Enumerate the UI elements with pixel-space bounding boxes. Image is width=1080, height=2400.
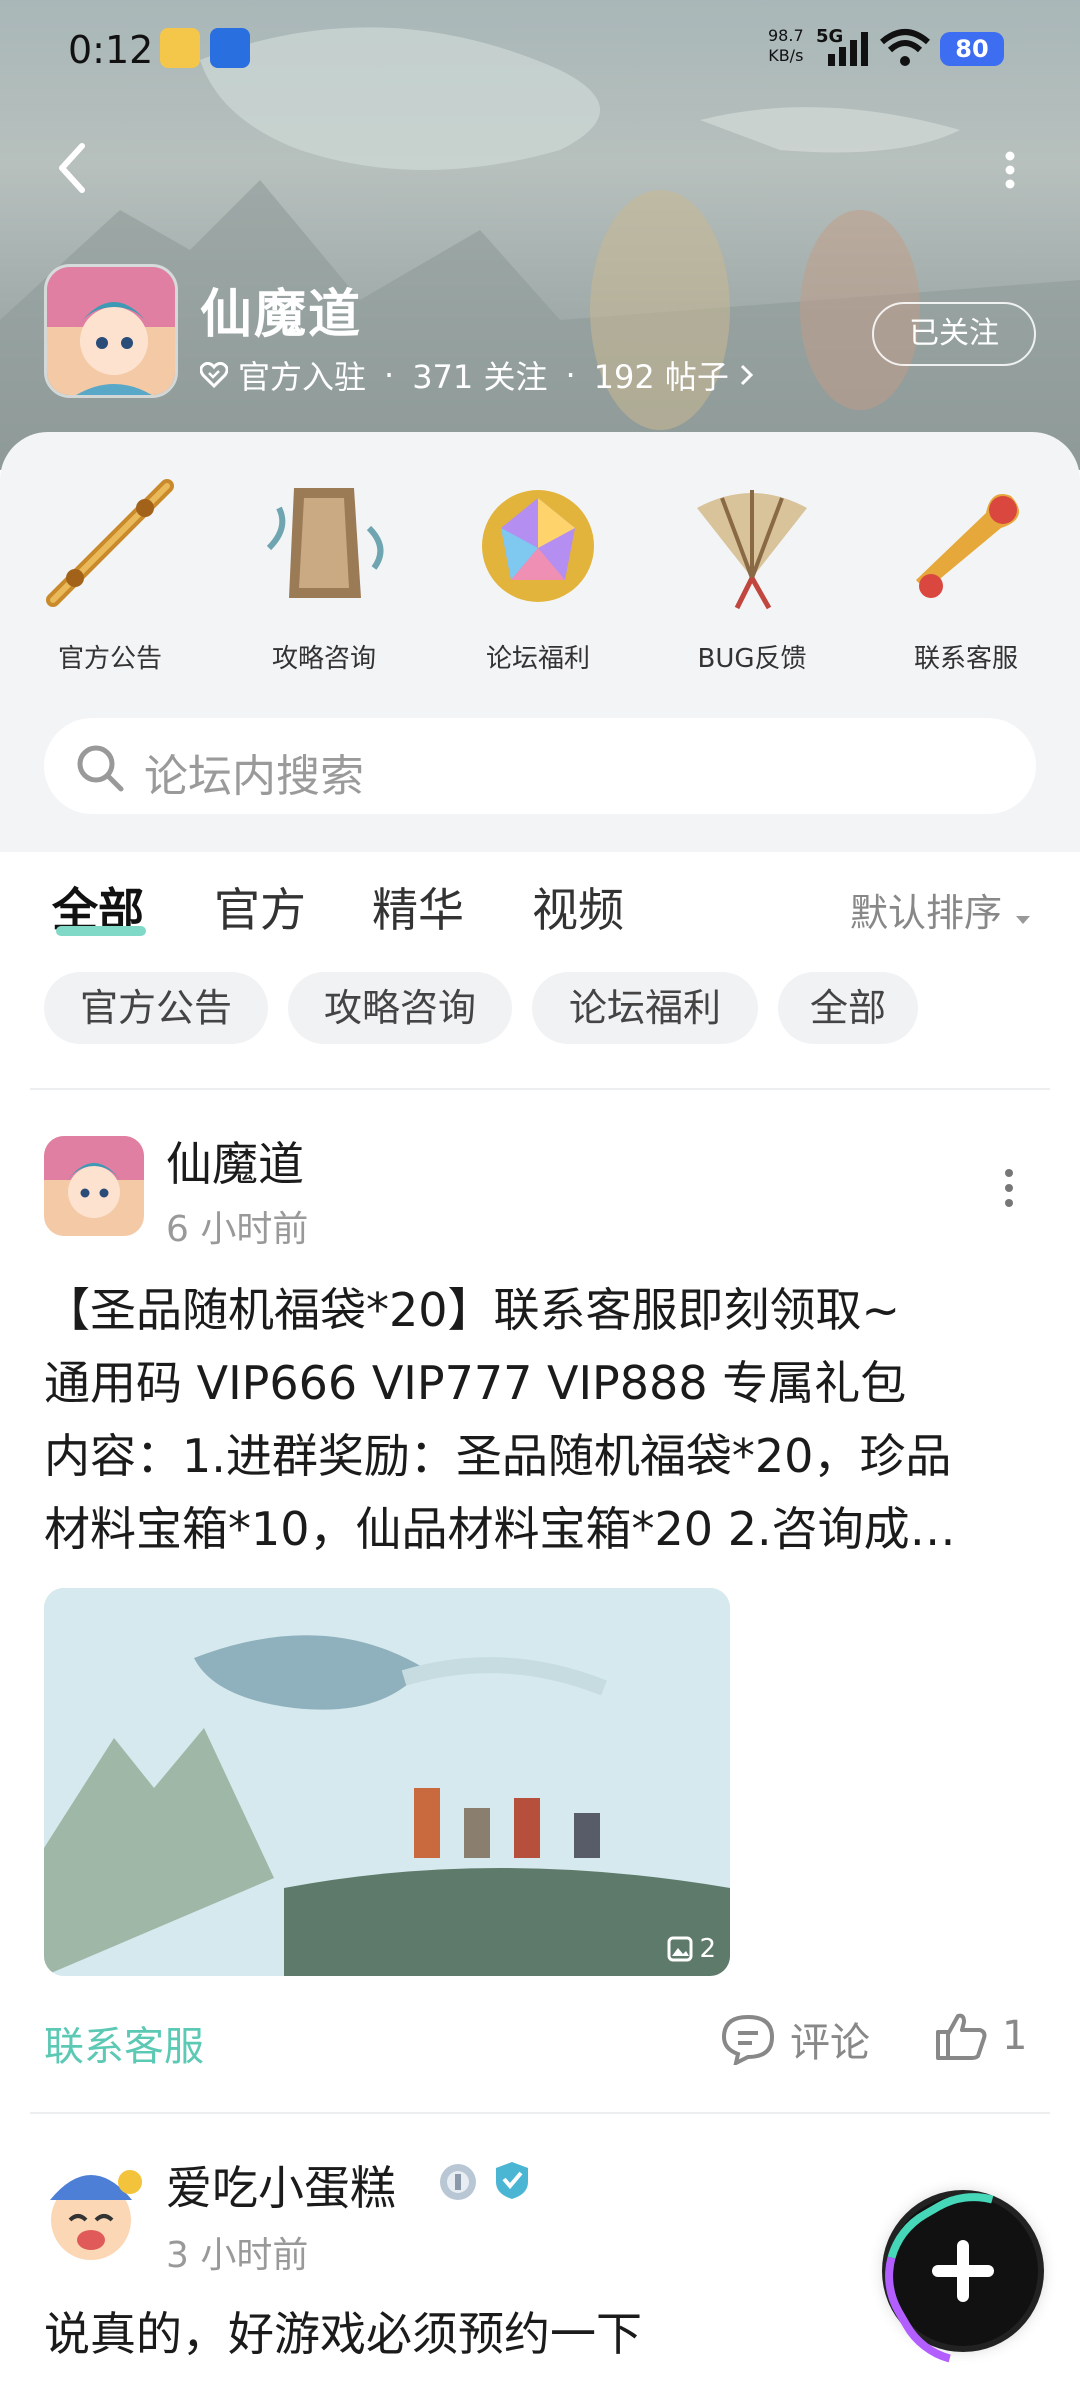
chip-official-announcement[interactable]: 官方公告: [44, 972, 268, 1044]
shortcut-label: 论坛福利: [485, 644, 590, 674]
follower-count: 371 关注: [412, 358, 548, 396]
post-text-line: 内容：1.进群奖励：圣品随机福袋*20，珍品: [44, 1429, 952, 1483]
level-badge-icon: [440, 2164, 476, 2200]
verified-shield-icon: [496, 2162, 528, 2199]
chevron-right-icon: [740, 364, 754, 386]
chip-all[interactable]: 全部: [778, 972, 918, 1044]
sort-label: 默认排序: [850, 891, 1003, 935]
active-tab-indicator: [56, 926, 146, 936]
shortcut-contact-support[interactable]: 联系客服: [866, 468, 1066, 675]
shortcut-label: BUG反馈: [697, 644, 807, 674]
forum-logo: [44, 264, 178, 398]
like-button[interactable]: 1: [934, 2010, 1027, 2062]
post-text-line: 【圣品随机福袋*20】联系客服即刻领取~: [44, 1283, 901, 1337]
category-chips: 官方公告 攻略咨询 论坛福利 全部: [0, 962, 1080, 1072]
thumbs-up-icon: [936, 2013, 987, 2060]
official-badge-label: 官方入驻: [238, 358, 367, 396]
tab-official[interactable]: 官方: [214, 874, 306, 940]
wifi-icon: [880, 29, 930, 66]
shortcut-bug-report[interactable]: BUG反馈: [652, 468, 852, 675]
post-topic-tag[interactable]: 联系客服: [44, 2014, 204, 2072]
heart-verified-icon: [200, 362, 228, 388]
forum-shortcuts-panel: 官方公告 攻略咨询 论坛福利 BUG反馈 联系客服 论坛内搜索: [0, 432, 1080, 852]
post-count-link[interactable]: 192 帖子: [594, 352, 729, 398]
shortcut-label: 官方公告: [57, 644, 162, 674]
chip-forum-benefits[interactable]: 论坛福利: [532, 972, 758, 1044]
post-author-name[interactable]: 仙魔道: [166, 1128, 304, 1194]
signal-icon: [828, 32, 868, 66]
battery-indicator: 80: [940, 32, 1004, 66]
post-image[interactable]: 2: [44, 1588, 730, 1976]
post-body-text[interactable]: 【圣品随机福袋*20】联系客服即刻领取~ 通用码 VIP666 VIP777 V…: [44, 1274, 1044, 1566]
status-bar: 0:12 98.7 KB/s 5G 80: [0, 0, 1080, 100]
chip-strategy-consult[interactable]: 攻略咨询: [288, 972, 512, 1044]
tab-featured[interactable]: 精华: [372, 874, 464, 940]
ruyi-icon: [916, 494, 1019, 598]
divider: [30, 1088, 1050, 1090]
comment-button[interactable]: 评论: [720, 2010, 870, 2068]
sort-dropdown[interactable]: 默认排序: [850, 882, 1032, 937]
search-icon: [77, 745, 124, 792]
tab-video[interactable]: 视频: [532, 874, 624, 940]
avatar[interactable]: [34, 2160, 148, 2270]
back-button[interactable]: [52, 140, 92, 196]
shortcut-official-announcement[interactable]: 官方公告: [10, 468, 210, 675]
status-time: 0:12: [68, 28, 154, 72]
network-speed: 98.7 KB/s: [768, 26, 804, 65]
post-text-line: 通用码 VIP666 VIP777 VIP888 专属礼包: [44, 1356, 907, 1410]
caret-down-icon: [1016, 916, 1031, 924]
shortcut-label: 联系客服: [913, 644, 1018, 674]
forum-header-banner: 0:12 98.7 KB/s 5G 80 仙魔道 官方入驻 · 371 关注 ·…: [0, 0, 1080, 470]
post-tabs: 全部 官方 精华 视频 默认排序: [0, 852, 1080, 962]
flute-icon: [46, 479, 174, 607]
post-timestamp: 6 小时前: [166, 1209, 309, 1250]
post-timestamp: 3 小时前: [166, 2235, 309, 2276]
post-more-icon[interactable]: [1002, 1168, 1016, 1208]
post-author-name[interactable]: 爱吃小蛋糕: [166, 2152, 396, 2218]
forum-title: 仙魔道: [200, 285, 363, 345]
comment-label: 评论: [790, 2020, 870, 2066]
forum-meta: 官方入驻 · 371 关注 · 192 帖子: [200, 352, 755, 398]
avatar[interactable]: [44, 1136, 144, 1236]
post-text-line: 材料宝箱*10，仙品材料宝箱*20 2.咨询成…: [44, 1502, 956, 1556]
notification-app-icon-2: [210, 28, 250, 68]
search-placeholder: 论坛内搜索: [144, 751, 364, 802]
divider: [30, 2112, 1050, 2114]
like-count: 1: [1002, 2013, 1028, 2059]
tablet-icon: [266, 488, 384, 598]
create-post-button[interactable]: [888, 2196, 1038, 2346]
image-count-badge: 2: [667, 1934, 716, 1964]
fan-icon: [697, 490, 807, 610]
shortcut-label: 攻略咨询: [271, 644, 376, 674]
shortcut-strategy-consult[interactable]: 攻略咨询: [224, 468, 424, 675]
notification-app-icon: [160, 28, 200, 68]
shortcut-forum-benefits[interactable]: 论坛福利: [438, 468, 638, 675]
gallery-icon: [667, 1936, 693, 1962]
forum-search-bar[interactable]: 论坛内搜索: [44, 718, 1036, 814]
follow-button[interactable]: 已关注: [872, 302, 1036, 366]
gem-icon: [482, 490, 594, 602]
comment-icon: [721, 2014, 775, 2065]
more-options-button[interactable]: [990, 150, 1030, 190]
